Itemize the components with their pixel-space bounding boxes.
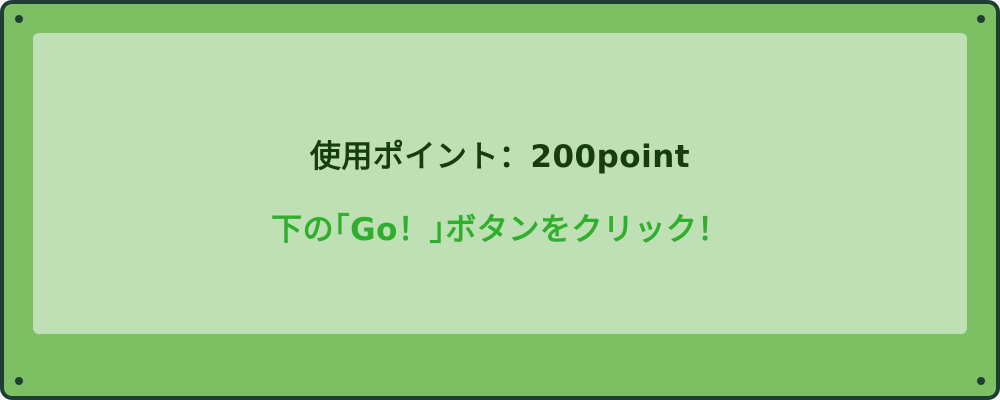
corner-rivet-icon bbox=[15, 15, 23, 23]
click-go-instruction-text: 下の｢Go！｣ボタンをクリック！ bbox=[271, 212, 729, 248]
corner-rivet-icon bbox=[977, 377, 985, 385]
corner-rivet-icon bbox=[15, 377, 23, 385]
message-panel: 使用ポイント：200point 下の｢Go！｣ボタンをクリック！ bbox=[33, 33, 967, 334]
corner-rivet-icon bbox=[977, 15, 985, 23]
points-card: 使用ポイント：200point 下の｢Go！｣ボタンをクリック！ bbox=[0, 0, 1000, 400]
used-points-text: 使用ポイント：200point bbox=[309, 139, 691, 175]
